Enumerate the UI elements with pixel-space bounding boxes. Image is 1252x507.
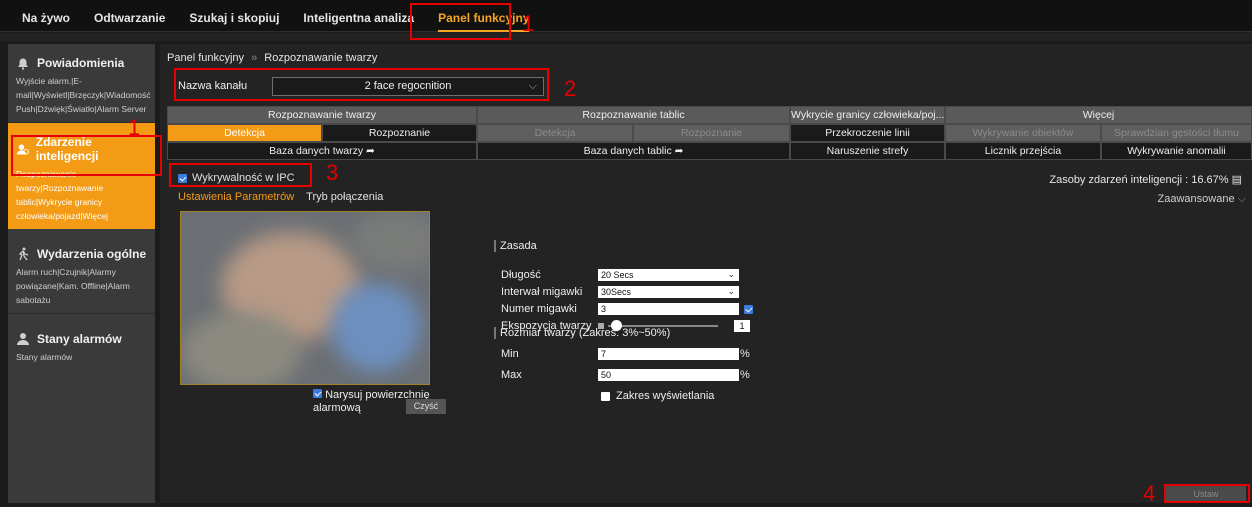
snapshot-checkbox[interactable] [744,304,753,314]
blurred-background-region [181,312,301,384]
advanced-label: Zaawansowane [1157,193,1235,205]
function-tabs: Rozpoznawanie twarzy Rozpoznawanie tabli… [167,106,1252,160]
nav-playback[interactable]: Odtwarzanie [94,11,165,32]
sidebar: Powiadomienia Wyjście alarm.|E-mail|Wyśw… [8,44,155,503]
chevron-down-icon: ⌵ [1237,193,1246,205]
advanced-toggle[interactable]: Zaawansowane ⌵ [1158,193,1246,206]
length-select[interactable]: 20 Secs ⌄ [598,269,739,281]
sidebar-section-general-events[interactable]: Wydarzenia ogólne Alarm ruch|Czujnik|Ala… [8,229,155,314]
max-label: Max [501,369,522,381]
tab-parameter-settings[interactable]: Ustawienia Parametrów [178,191,294,203]
max-input[interactable]: 50 [598,369,739,381]
chevron-down-icon: ⌄ [727,269,735,279]
annotation-box [174,68,549,101]
sidebar-title-notifications: Powiadomienia [37,56,125,70]
breadcrumb-separator: » [251,52,258,64]
rule-section-title: Zasada [494,240,537,252]
chevron-down-icon: ⌄ [727,286,735,296]
sub-toolbar [0,33,1252,41]
annotation-number: 4 [1143,481,1156,506]
annotation-number: 3 [326,160,339,185]
sidebar-title-alarm-states: Stany alarmów [37,332,122,346]
face-database-link[interactable]: Baza danych twarzy ➦ [167,142,477,160]
display-range-label: Zakres wyświetlania [616,390,715,402]
blurred-object-region [331,282,421,372]
main-panel: Panel funkcyjny » Rozpoznawanie twarzy N… [160,44,1252,503]
breadcrumb-current: Rozpoznawanie twarzy [264,52,378,64]
nav-intelligent-analysis[interactable]: Inteligentna analiza [303,11,414,32]
subtab-plate-detection[interactable]: Detekcja [477,124,633,142]
annotation-number: 1 [128,115,141,140]
min-row: Min 7 % [501,348,750,360]
length-value: 20 Secs [601,270,634,280]
clear-button[interactable]: Czyść [406,399,446,414]
draw-area-checkbox[interactable] [313,389,322,398]
subtab-pass-counter[interactable]: Licznik przejścia [945,142,1101,160]
subtab-face-detection[interactable]: Detekcja [167,124,322,142]
interval-label: Interwał migawki [501,286,583,298]
settings-subtabs: Ustawienia Parametrów Tryb połączenia [178,191,383,203]
subtab-face-recognition[interactable]: Rozpoznanie [322,124,477,142]
tab-face-recognition[interactable]: Rozpoznawanie twarzy [167,106,477,124]
tab-more[interactable]: Więcej [945,106,1252,124]
breadcrumb: Panel funkcyjny » Rozpoznawanie twarzy [167,52,377,64]
sidebar-section-alarm-states[interactable]: Stany alarmów Stany alarmów [8,314,155,370]
plate-database-link[interactable]: Baza danych tablic ➦ [477,142,790,160]
face-exposure-value[interactable]: 1 [734,320,750,332]
sidebar-links-notifications[interactable]: Wyjście alarm.|E-mail|Wyświetl|Brzęczyk|… [16,74,151,116]
camera-preview[interactable] [180,211,430,385]
annotation-number: 2 [564,76,577,101]
max-percent: % [740,369,750,381]
annotation-box [410,3,511,40]
interval-select[interactable]: 30Secs ⌄ [598,286,739,298]
annotation-box [1164,484,1250,503]
display-range-row[interactable]: Zakres wyświetlania [601,390,714,402]
subtab-object-detection[interactable]: Wykrywanie obiektów [945,124,1101,142]
snapshot-number-input[interactable]: 3 [598,303,739,315]
document-icon[interactable]: ▤ [1232,174,1242,186]
sidebar-section-notifications[interactable]: Powiadomienia Wyjście alarm.|E-mail|Wyśw… [8,44,155,123]
length-label: Długość [501,269,541,281]
subtab-crowd-density[interactable]: Sprawdzian gęstości tłumu [1101,124,1252,142]
min-label: Min [501,348,519,360]
sidebar-title-general-events: Wydarzenia ogólne [37,247,147,261]
snapshot-number-row: Numer migawki 3 [501,303,753,315]
tab-boundary-detection[interactable]: Wykrycie granicy człowieka/poj... [790,106,945,124]
max-row: Max 50 % [501,369,750,381]
sidebar-links-general-events[interactable]: Alarm ruch|Czujnik|Alarmy powiązane|Kam.… [16,265,147,307]
snapshot-number-label: Numer migawki [501,303,577,315]
nav-live[interactable]: Na żywo [22,11,70,32]
user-alarm-icon [17,333,29,345]
top-navigation-bar: Na żywo Odtwarzanie Szukaj i skopiuj Int… [0,0,1252,32]
subtab-plate-recognition[interactable]: Rozpoznanie [633,124,790,142]
tab-linkage-mode[interactable]: Tryb połączenia [306,191,383,203]
bell-icon [18,58,28,70]
subtab-line-crossing[interactable]: Przekroczenie linii [790,124,945,142]
min-percent: % [740,348,750,360]
interval-value: 30Secs [601,287,632,297]
subtab-anomaly-detection[interactable]: Wykrywanie anomalii [1101,142,1252,160]
subtab-zone-intrusion[interactable]: Naruszenie strefy [790,142,945,160]
motion-icon [18,247,29,261]
face-size-title: Rozmiar twarzy (Zakres: 3%~50%) [494,327,670,339]
sidebar-links-alarm-states[interactable]: Stany alarmów [16,350,147,364]
blurred-background-region [351,212,429,272]
nav-search-copy[interactable]: Szukaj i skopiuj [189,11,279,32]
intelligence-resources: Zasoby zdarzeń inteligencji : 16.67% ▤ [1049,173,1242,186]
length-row: Długość 20 Secs ⌄ [501,269,739,281]
annotation-box [11,135,162,176]
display-range-checkbox[interactable] [601,391,610,401]
tab-plate-recognition[interactable]: Rozpoznawanie tablic [477,106,790,124]
min-input[interactable]: 7 [598,348,739,360]
interval-row: Interwał migawki 30Secs ⌄ [501,286,739,298]
annotation-box [169,163,312,187]
breadcrumb-root[interactable]: Panel funkcyjny [167,52,244,64]
annotation-number: 1 [522,11,535,36]
resource-text: Zasoby zdarzeń inteligencji : 16.67% [1049,174,1229,186]
